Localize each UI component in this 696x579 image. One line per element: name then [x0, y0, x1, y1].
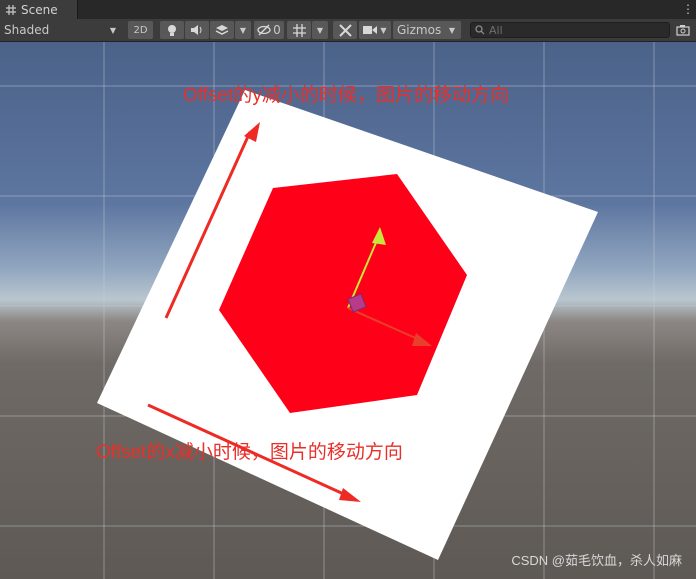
offset-y-annotation: Offset的y减小的时候，图片的移动方向 — [183, 85, 509, 106]
shading-mode-label: Shaded — [4, 23, 50, 37]
camera-icon-button[interactable] — [675, 22, 691, 38]
search-field[interactable]: All — [470, 22, 670, 38]
search-placeholder: All — [489, 23, 503, 37]
effects-dropdown-button[interactable]: ▼ — [235, 21, 251, 39]
chevron-down-icon: ▼ — [380, 25, 387, 35]
lighting-toggle-button[interactable] — [160, 21, 184, 39]
chevron-down-icon: ▼ — [316, 25, 324, 35]
offset-x-annotation: Offset的x减小时候，图片的移动方向 — [96, 442, 403, 463]
video-camera-icon — [363, 26, 378, 34]
audio-toggle-button[interactable] — [185, 21, 209, 39]
grid-icon — [6, 4, 16, 15]
gizmos-label: Gizmos — [397, 23, 442, 37]
camera-settings-button[interactable]: ▼ — [359, 21, 391, 39]
gizmos-dropdown[interactable]: Gizmos ▼ — [393, 21, 461, 39]
tab-bar: Scene ⋮ — [0, 0, 696, 20]
scene-viewport[interactable]: Offset的y减小的时候，图片的移动方向 Offset的x减小时候，图片的移动… — [0, 42, 696, 579]
effects-layers-icon — [215, 25, 229, 35]
speaker-icon — [191, 25, 202, 35]
effects-toggle-button[interactable] — [210, 21, 234, 39]
scene-toolbar: Shaded ▼ 2D ▼ 0 ▼ ▼ Gizmos ▼ All — [0, 19, 696, 42]
chevron-down-icon: ▼ — [109, 25, 116, 35]
hidden-objects-toggle-button[interactable]: 0 — [254, 21, 284, 39]
eye-slash-icon — [257, 24, 271, 36]
grid-toggle-button[interactable] — [287, 21, 311, 39]
toggle-2d-label: 2D — [133, 24, 148, 36]
grid-dropdown-button[interactable]: ▼ — [312, 21, 328, 39]
more-options-icon[interactable]: ⋮ — [682, 2, 694, 16]
watermark: CSDN @茹毛饮血，杀人如麻 — [511, 553, 682, 568]
tab-scene[interactable]: Scene — [0, 0, 78, 19]
tools-icon — [338, 23, 352, 37]
tools-button[interactable] — [333, 21, 357, 39]
hidden-count: 0 — [273, 23, 281, 37]
chevron-down-icon: ▼ — [239, 25, 247, 35]
search-icon — [475, 25, 485, 35]
grid-snap-icon — [292, 23, 306, 37]
tab-label: Scene — [21, 2, 58, 17]
lightbulb-icon — [168, 24, 176, 36]
camera-icon — [676, 25, 690, 36]
chevron-down-icon: ▼ — [448, 25, 455, 35]
shading-mode-dropdown[interactable]: Shaded ▼ — [0, 21, 122, 39]
scene-grid — [0, 42, 696, 579]
toggle-2d-button[interactable]: 2D — [128, 21, 153, 39]
